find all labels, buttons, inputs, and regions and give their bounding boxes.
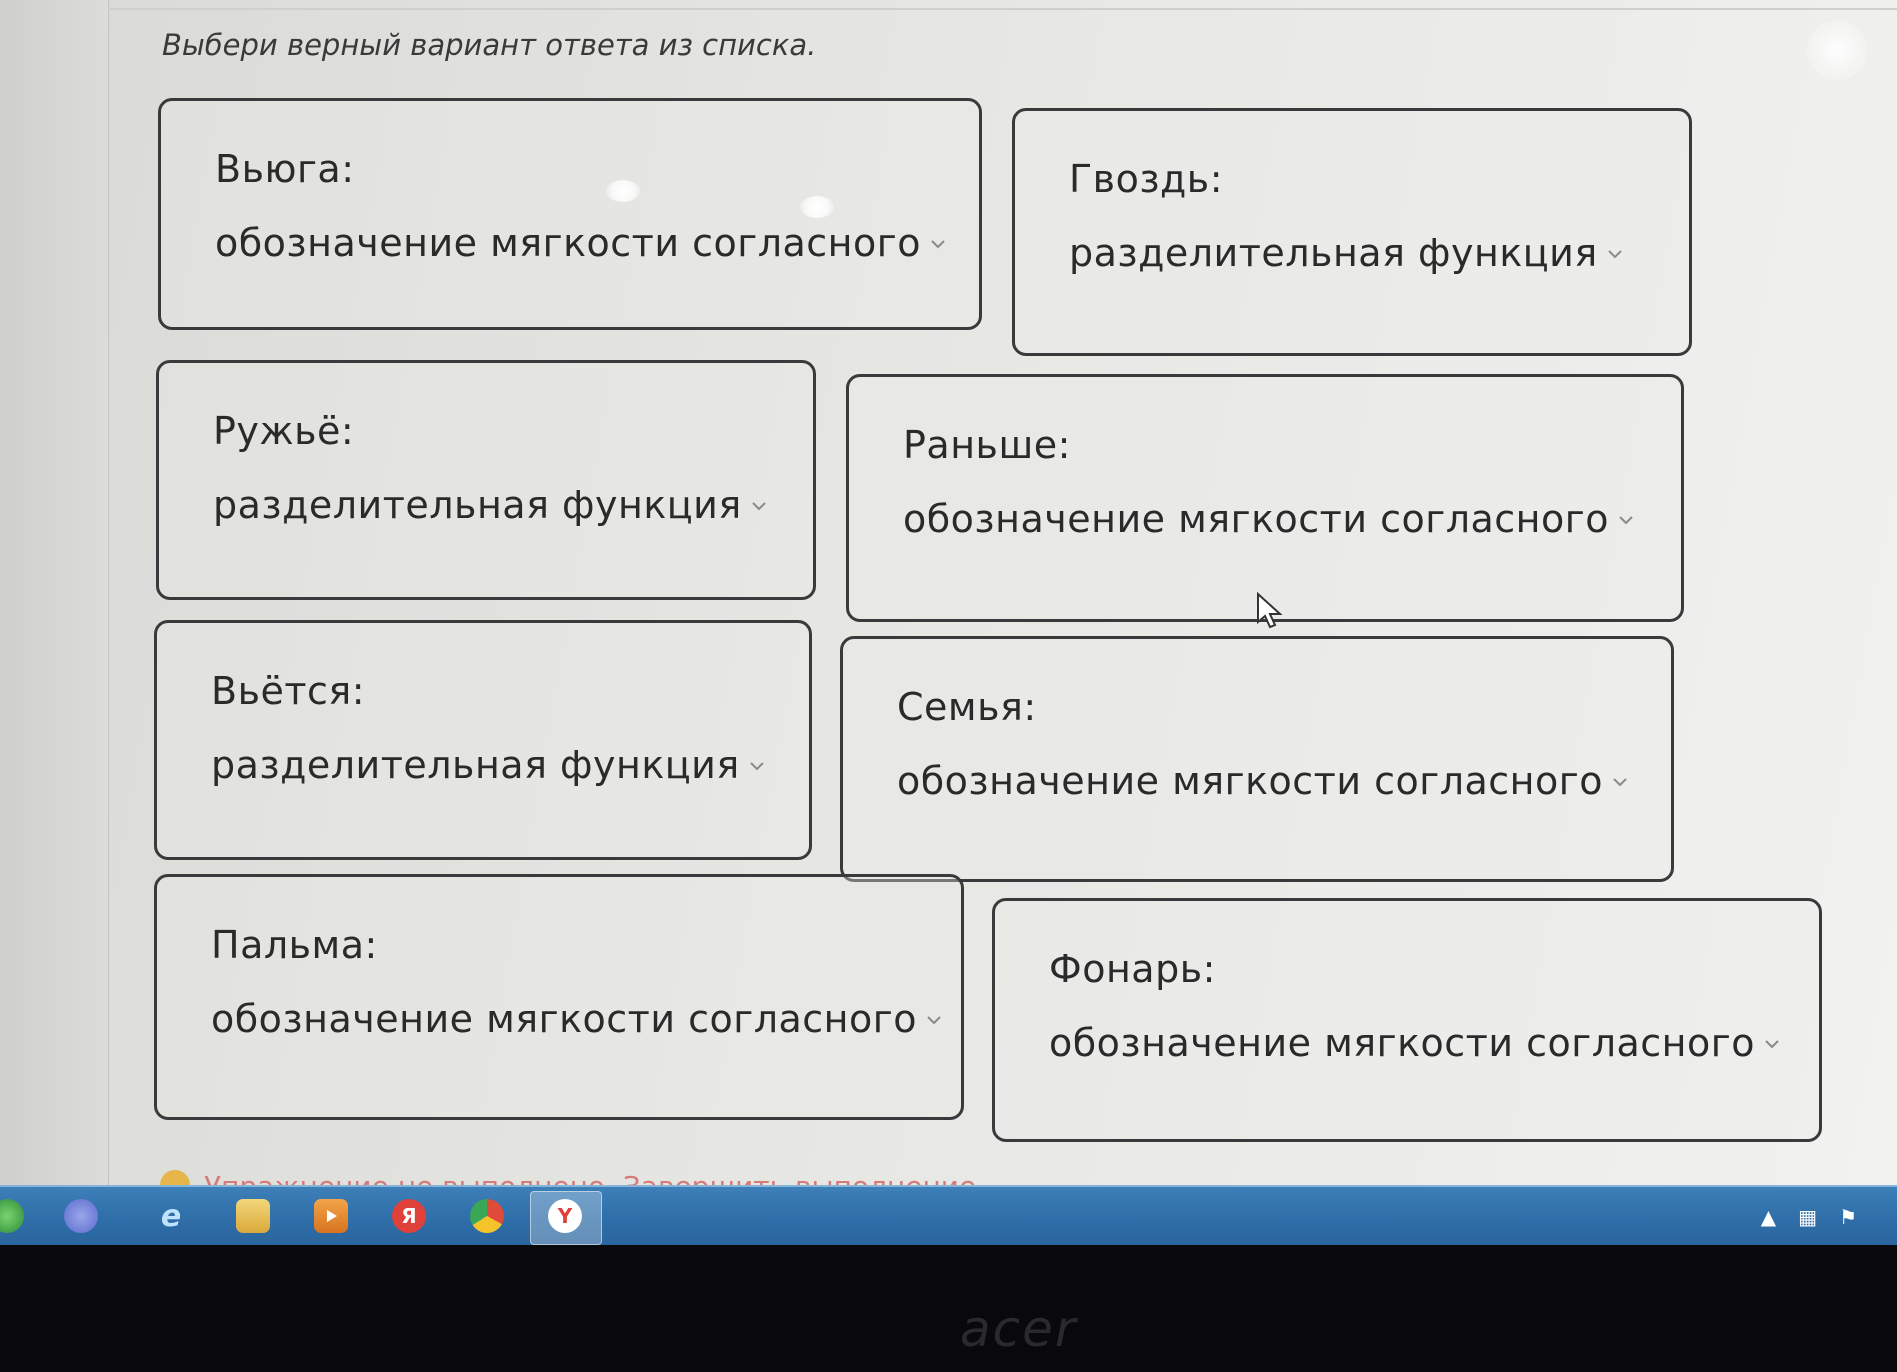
chevron-down-icon: [929, 235, 949, 255]
tray-arrow-icon[interactable]: ▲: [1761, 1205, 1776, 1229]
card-word: Вьётся:: [211, 669, 366, 713]
answer-select[interactable]: обозначение мягкости согласного: [1049, 1021, 1783, 1065]
start-orb-icon[interactable]: [0, 1199, 24, 1233]
chevron-down-icon: [750, 497, 770, 517]
answer-card-ranshe: Раньше: обозначение мягкости согласного: [846, 374, 1684, 622]
mouse-cursor-icon: [1256, 591, 1284, 634]
yandex-icon[interactable]: Я: [392, 1199, 426, 1233]
system-tray: ▲ ▦ ⚑: [1761, 1205, 1857, 1229]
instruction-text: Выбери верный вариант ответа из списка.: [162, 28, 817, 62]
chevron-down-icon: [925, 1011, 945, 1031]
chevron-down-icon: [748, 757, 768, 777]
card-word: Пальма:: [211, 923, 378, 967]
left-rail: [0, 0, 109, 1190]
select-value: обозначение мягкости согласного: [215, 221, 921, 265]
answer-select[interactable]: разделительная функция: [213, 483, 770, 527]
chevron-down-icon: [1606, 245, 1626, 265]
chrome-icon[interactable]: [470, 1199, 504, 1233]
monitor-bezel: [0, 1245, 1897, 1372]
chevron-down-icon: [1611, 773, 1631, 793]
answer-select[interactable]: разделительная функция: [1069, 231, 1626, 275]
top-divider: [108, 8, 1897, 10]
answer-select[interactable]: разделительная функция: [211, 743, 768, 787]
screen-glare: [606, 180, 640, 202]
answer-select[interactable]: обозначение мягкости согласного: [215, 221, 949, 265]
select-value: разделительная функция: [213, 483, 742, 527]
screen: Выбери верный вариант ответа из списка. …: [0, 0, 1897, 1200]
answer-card-palma: Пальма: обозначение мягкости согласного: [154, 874, 964, 1120]
answer-card-vyuga: Вьюга: обозначение мягкости согласного: [158, 98, 982, 330]
browser-icon[interactable]: [64, 1199, 98, 1233]
monitor-logo: acer: [960, 1300, 1078, 1358]
select-value: обозначение мягкости согласного: [897, 759, 1603, 803]
card-word: Вьюга:: [215, 147, 355, 191]
answer-card-fonar: Фонарь: обозначение мягкости согласного: [992, 898, 1822, 1142]
answer-select[interactable]: обозначение мягкости согласного: [211, 997, 945, 1041]
select-value: обозначение мягкости согласного: [1049, 1021, 1755, 1065]
chevron-down-icon: [1617, 511, 1637, 531]
yandex-browser-icon[interactable]: Y: [548, 1199, 582, 1233]
taskbar: e Я Y ▲ ▦ ⚑: [0, 1185, 1897, 1247]
card-word: Раньше:: [903, 423, 1071, 467]
select-value: обозначение мягкости согласного: [903, 497, 1609, 541]
select-value: разделительная функция: [211, 743, 740, 787]
ie-icon[interactable]: e: [154, 1199, 188, 1234]
folder-icon[interactable]: [236, 1199, 270, 1233]
flag-icon[interactable]: ⚑: [1839, 1205, 1857, 1229]
media-player-icon[interactable]: [314, 1199, 348, 1233]
answer-select[interactable]: обозначение мягкости согласного: [897, 759, 1631, 803]
answer-card-gvozd: Гвоздь: разделительная функция: [1012, 108, 1692, 356]
card-word: Фонарь:: [1049, 947, 1216, 991]
answer-card-ruzhyo: Ружьё: разделительная функция: [156, 360, 816, 600]
network-icon[interactable]: ▦: [1798, 1205, 1817, 1229]
card-word: Семья:: [897, 685, 1037, 729]
answer-card-semya: Семья: обозначение мягкости согласного: [840, 636, 1674, 882]
screen-glare: [800, 196, 834, 218]
card-word: Ружьё:: [213, 409, 355, 453]
answer-card-vyotsya: Вьётся: разделительная функция: [154, 620, 812, 860]
card-word: Гвоздь:: [1069, 157, 1223, 201]
select-value: разделительная функция: [1069, 231, 1598, 275]
select-value: обозначение мягкости согласного: [211, 997, 917, 1041]
answer-select[interactable]: обозначение мягкости согласного: [903, 497, 1637, 541]
screen-glare: [1807, 20, 1867, 80]
chevron-down-icon: [1763, 1035, 1783, 1055]
